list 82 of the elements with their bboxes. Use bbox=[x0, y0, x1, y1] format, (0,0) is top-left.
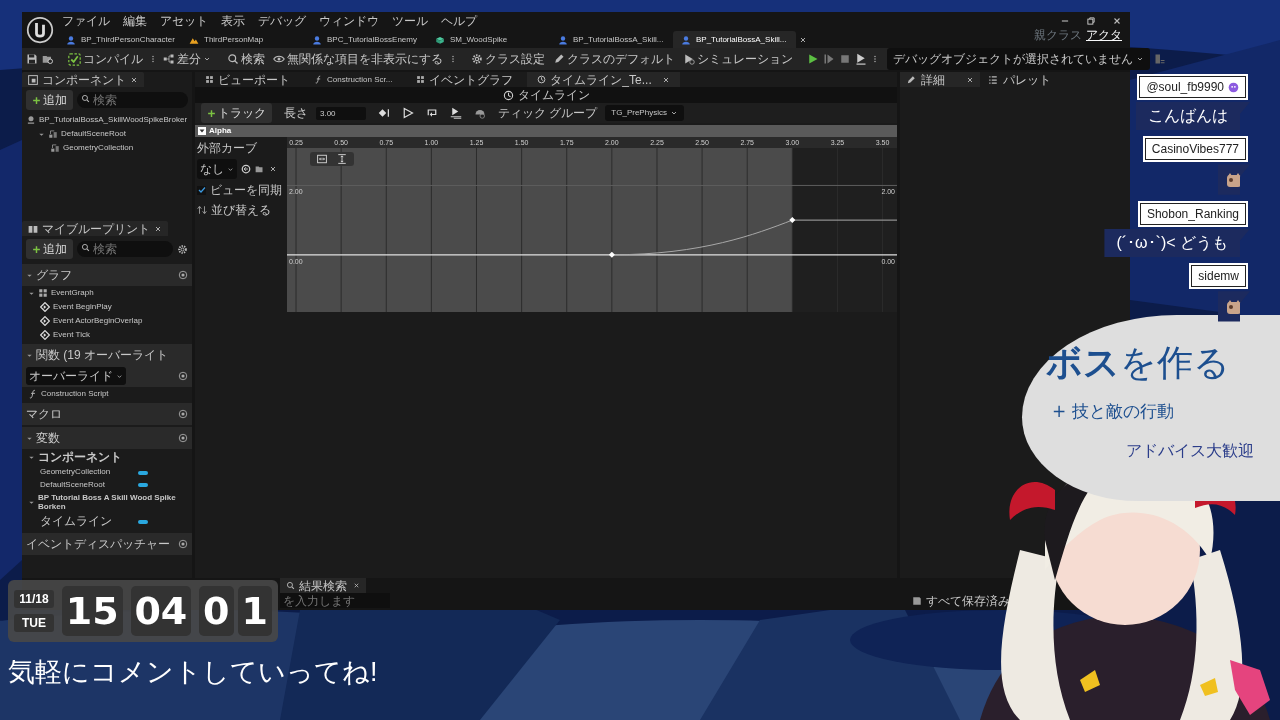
editor-tab[interactable]: BP_ThirdPersonCharacter bbox=[58, 31, 181, 48]
length-field[interactable]: 3.00 bbox=[316, 106, 366, 120]
save-status: すべて保存済み bbox=[926, 592, 1010, 610]
caption-text: 気軽にコメントしていってね! bbox=[8, 656, 378, 689]
editor-tab[interactable]: SM_WoodSpike bbox=[427, 31, 550, 48]
search-button[interactable]: 検索 bbox=[225, 49, 267, 69]
tree-item[interactable]: DefaultSceneRoot bbox=[40, 481, 105, 490]
weekday-label: TUE bbox=[14, 614, 54, 632]
chat-username: @soul_fb9990 bbox=[1139, 76, 1246, 98]
chat-message: こんばんは bbox=[1136, 102, 1250, 131]
tree-item[interactable]: GeometryCollection bbox=[63, 143, 134, 153]
date-label: 11/18 bbox=[14, 590, 54, 608]
chat-username: sidemw bbox=[1191, 265, 1246, 288]
panel-tab[interactable]: 結果検索 bbox=[280, 578, 366, 593]
menu-item[interactable]: ウィンドウ bbox=[319, 12, 379, 30]
chat-username: CasinoVibes777 bbox=[1144, 138, 1246, 161]
curve-dropdown[interactable]: なし bbox=[197, 159, 237, 179]
panel-tab[interactable]: 詳細 bbox=[900, 72, 980, 87]
menu-item[interactable]: ファイル bbox=[62, 12, 110, 30]
handwritten-note: アドバイス大歓迎 bbox=[1126, 439, 1255, 462]
tree-item[interactable]: GeometryCollection bbox=[40, 468, 111, 477]
document-tab[interactable]: Construction Scr... bbox=[304, 72, 403, 87]
menu-item[interactable]: 編集 bbox=[123, 12, 147, 30]
tree-item[interactable]: Event Tick bbox=[53, 330, 90, 340]
track-header[interactable]: Alpha bbox=[195, 125, 897, 137]
tree-item[interactable]: Event ActorBeginOverlap bbox=[53, 316, 143, 326]
add-button[interactable]: 追加 bbox=[26, 90, 73, 110]
panel-title: タイムライン bbox=[517, 87, 590, 104]
document-tab[interactable]: ビューポート bbox=[195, 72, 300, 87]
tree-item[interactable]: BP_TutorialBossA_SkillWoodSpikeBroker bbox=[39, 115, 188, 125]
tree-item[interactable]: Construction Script bbox=[41, 389, 109, 399]
search-field[interactable]: 検索 bbox=[77, 92, 188, 108]
field-label: ティック グループ bbox=[498, 105, 598, 122]
tree-item[interactable]: EventGraph bbox=[51, 288, 94, 298]
override-dropdown[interactable]: オーバーライド bbox=[26, 367, 126, 385]
panel-tab[interactable]: マイブループリント bbox=[22, 221, 168, 236]
parent-class-link[interactable]: アクタ bbox=[1086, 26, 1122, 44]
handwritten-note: ボスを作る bbox=[1046, 345, 1231, 381]
category-label: BP Tutorial Boss A Skill Wood Spike Borken bbox=[38, 493, 177, 512]
section-header[interactable]: イベントディスパッチャー bbox=[22, 532, 192, 555]
search-field[interactable]: を入力します bbox=[280, 593, 390, 608]
parent-class-label: 親クラス bbox=[1034, 27, 1082, 44]
class-settings-button[interactable]: クラス設定 bbox=[469, 49, 547, 69]
reorder-button[interactable]: 並び替える bbox=[197, 201, 285, 219]
class-defaults-button[interactable]: クラスのデフォルト bbox=[551, 49, 677, 69]
menu-item[interactable]: 表示 bbox=[221, 12, 245, 30]
menu-item[interactable]: ヘルプ bbox=[441, 12, 477, 30]
add-button[interactable]: 追加 bbox=[26, 239, 73, 259]
tree-item[interactable]: タイムライン bbox=[40, 515, 112, 529]
search-field[interactable]: 検索 bbox=[77, 241, 173, 257]
compile-button[interactable]: コンパイル bbox=[66, 49, 145, 69]
simulation-button[interactable]: シミュレーション bbox=[681, 49, 795, 69]
section-header[interactable]: マクロ bbox=[22, 403, 192, 425]
tree-item[interactable]: Event BeginPlay bbox=[53, 302, 112, 312]
section-header[interactable]: 関数 (19 オーバーライト オーバーライド bbox=[22, 344, 192, 387]
second-digit: 0 bbox=[199, 586, 234, 636]
editor-tab[interactable]: BP_TutorialBossA_Skill... bbox=[550, 31, 673, 48]
menu-item[interactable]: アセット bbox=[160, 12, 208, 30]
field-label: 外部カーブ bbox=[197, 140, 258, 157]
tick-group-dropdown[interactable]: TG_PrePhysics bbox=[605, 105, 684, 121]
handwritten-note: + 技と敵の行動 bbox=[1052, 400, 1175, 423]
editor-tab[interactable]: BPC_TutorialBossEnemy bbox=[304, 31, 427, 48]
menu-item[interactable]: デバッグ bbox=[258, 12, 306, 30]
panel-tab[interactable]: コンポーネント bbox=[22, 72, 144, 87]
panel-tab[interactable]: パレット bbox=[982, 72, 1057, 87]
field-label: 長さ bbox=[284, 105, 308, 122]
tree-item[interactable]: DefaultSceneRoot bbox=[61, 129, 126, 139]
menu-item[interactable]: ツール bbox=[392, 12, 428, 30]
diff-button[interactable]: 差分 bbox=[161, 49, 213, 69]
second-digit: 1 bbox=[237, 586, 272, 636]
document-tab[interactable]: タイムライン_Te... bbox=[527, 72, 680, 87]
section-header[interactable]: 変数 bbox=[22, 427, 192, 449]
document-tab[interactable]: イベントグラフ bbox=[406, 72, 524, 87]
chat-username: Shobon_Ranking bbox=[1139, 202, 1246, 225]
section-header[interactable]: グラフ bbox=[22, 264, 192, 286]
hide-unrelated-button[interactable]: 無関係な項目を非表示にする bbox=[271, 49, 445, 69]
editor-tab[interactable]: ThirdPersonMap bbox=[181, 31, 304, 48]
category-label: コンポーネント bbox=[38, 451, 122, 465]
hour-digits: 15 bbox=[62, 586, 123, 636]
add-track-button[interactable]: トラック bbox=[201, 103, 272, 123]
minute-digits: 04 bbox=[130, 586, 192, 636]
debug-object-dropdown[interactable]: デバッグオブジェクトが選択されていません bbox=[887, 48, 1150, 70]
